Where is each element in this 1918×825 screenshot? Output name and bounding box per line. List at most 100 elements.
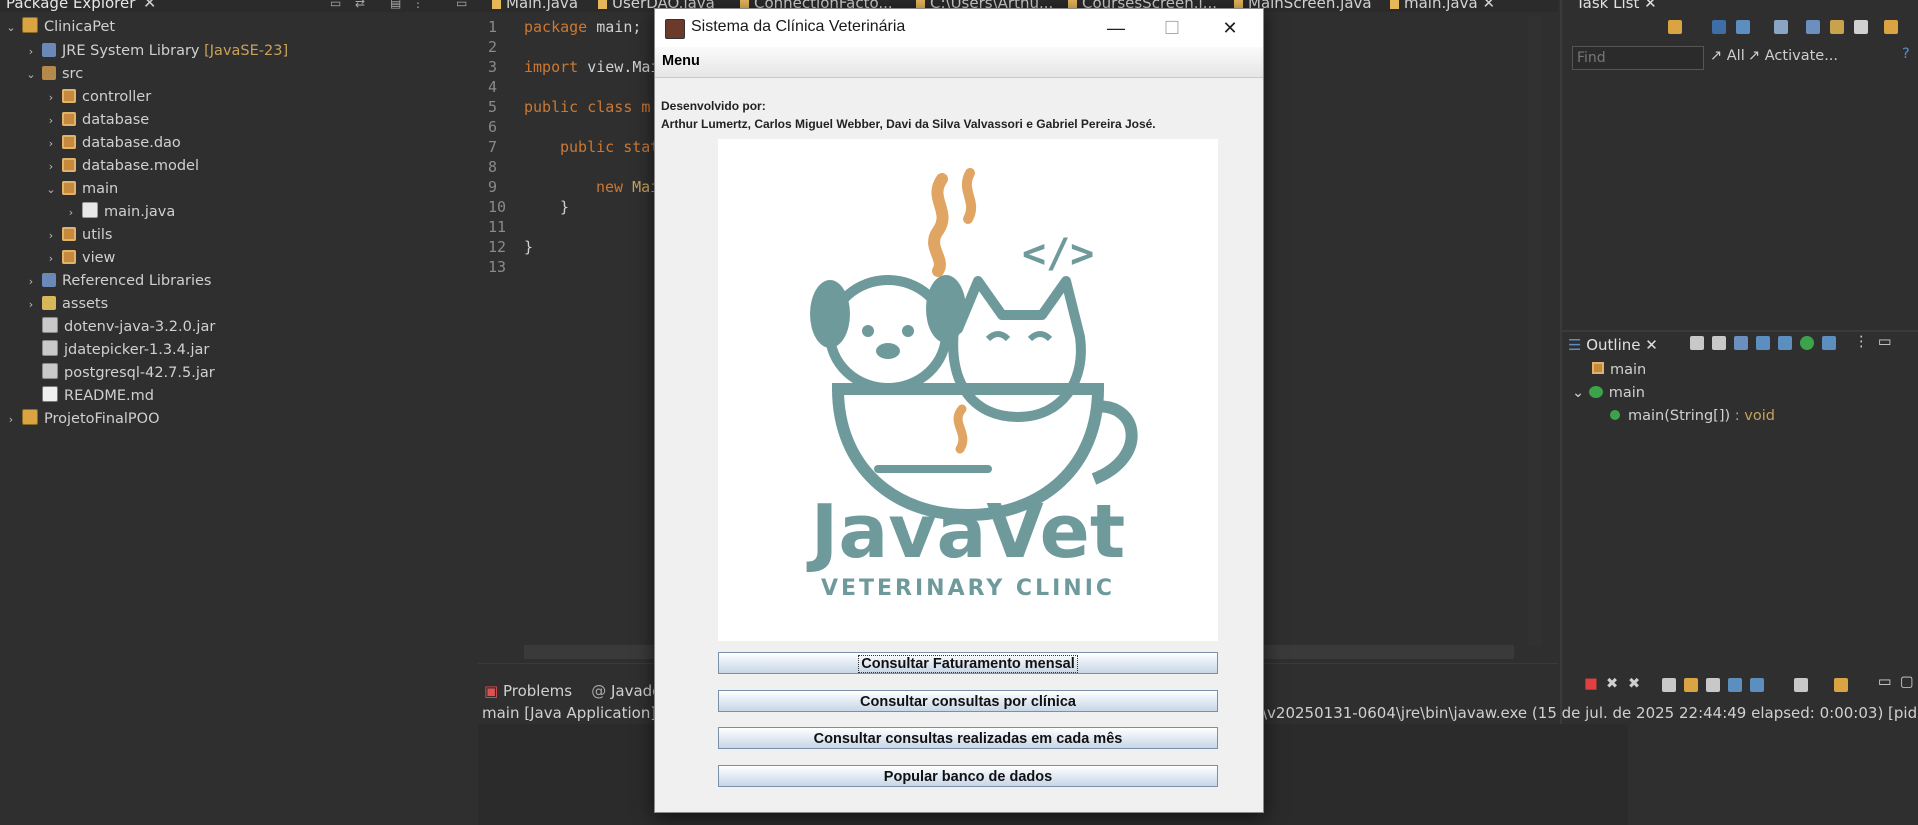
categorize-icon[interactable] [1712,20,1726,34]
tree-item-controller[interactable]: › controller [44,86,151,108]
open-console-icon[interactable] [1750,678,1764,692]
java-file-icon [82,202,98,218]
view-menu-icon[interactable] [1854,20,1868,34]
filter-icon[interactable]: ▤ [390,0,401,10]
chevron-down-icon[interactable]: ⌄ [44,179,58,201]
link-editor-icon[interactable]: ⇄ [355,0,365,10]
chevron-right-icon[interactable]: › [64,202,78,224]
chevron-right-icon[interactable]: › [44,87,58,109]
new-console-icon[interactable] [1834,678,1848,692]
display-selected-console-icon[interactable] [1794,678,1808,692]
maximize-button[interactable]: ☐ [1149,13,1195,43]
menu-item-menu[interactable]: Menu [662,53,700,69]
chevron-right-icon[interactable]: › [4,409,18,431]
hide-fields-icon[interactable] [1712,336,1726,350]
hide-local-types-icon[interactable] [1778,336,1792,350]
chevron-down-icon[interactable]: ⌄ [1572,385,1584,401]
consultations-by-clinic-button[interactable]: Consultar consultas por clínica [718,690,1218,712]
view-menu-icon[interactable]: ⋮ [412,0,424,10]
tree-item-utils[interactable]: › utils [44,224,113,246]
chevron-down-icon[interactable]: ⌄ [24,64,38,86]
consultations-per-month-button[interactable]: Consultar consultas realizadas em cada m… [718,727,1218,749]
populate-database-button[interactable]: Popular banco de dados [718,765,1218,787]
scroll-lock-icon[interactable] [1662,678,1676,692]
tab-problems[interactable]: ▣ Problems [484,682,572,700]
title-bar[interactable]: Sistema da Clínica Veterinária — ☐ ✕ [655,9,1263,47]
schedule-icon[interactable] [1736,20,1750,34]
outline-item-class[interactable]: ⌄ main [1572,385,1645,401]
tree-item-postgresql-jar[interactable]: postgresql-42.7.5.jar [24,362,215,384]
minimize-button[interactable]: — [1093,13,1139,43]
developed-by-label: Desenvolvido por: [661,99,766,113]
activate-link[interactable]: ↗ Activate... [1748,48,1838,64]
chevron-right-icon[interactable]: › [24,271,38,293]
remove-all-icon[interactable]: ✖ [1628,676,1640,692]
link-icon[interactable] [1822,336,1836,350]
chevron-right-icon[interactable]: › [24,41,38,63]
new-task-icon[interactable] [1668,20,1682,34]
tree-item-database[interactable]: › database [44,109,149,131]
chevron-down-icon[interactable]: ⌄ [4,17,18,39]
sync-icon[interactable] [1830,20,1844,34]
chevron-right-icon[interactable]: › [24,294,38,316]
tree-item-database-model[interactable]: › database.model [44,155,199,177]
project-icon [22,17,38,33]
code-line: } [524,238,534,256]
tab-task-list[interactable]: Task List ✕ [1576,0,1657,12]
help-icon[interactable]: ? [1902,46,1910,62]
minimize-icon[interactable]: ▭ [1878,674,1892,690]
monthly-billing-button[interactable]: Consultar Faturamento mensal [718,652,1218,674]
sort-icon[interactable] [1690,336,1704,350]
collapse-all-icon[interactable]: ▭ [330,0,341,10]
chevron-right-icon[interactable]: › [44,248,58,270]
find-input[interactable]: Find [1572,46,1704,70]
package-explorer-panel: Package Explorer ✕ ▭ ⇄ ▤ ⋮ ▭ ⌄ ClinicaPet… [0,0,478,824]
tree-item-view[interactable]: › view [44,247,115,269]
vertical-scrollbar[interactable] [1528,16,1542,646]
chevron-right-icon[interactable]: › [44,110,58,132]
tree-item-database-dao[interactable]: › database.dao [44,132,181,154]
chevron-right-icon[interactable]: › [44,133,58,155]
tree-item-main[interactable]: ⌄ main [44,178,118,200]
word-wrap-icon[interactable] [1684,678,1698,692]
view-menu-icon[interactable]: ⋮ [1854,334,1869,350]
show-console-icon[interactable] [1706,678,1720,692]
tree-item-referenced-libraries[interactable]: › Referenced Libraries [24,270,211,292]
package-icon [62,181,76,195]
chevron-right-icon[interactable]: › [44,225,58,247]
java-file-icon [1390,0,1399,9]
package-explorer-tab[interactable]: Package Explorer [6,0,135,12]
tree-item-clinicapet[interactable]: ⌄ ClinicaPet [4,16,115,38]
tree-item-assets[interactable]: › assets [24,293,108,315]
tree-item-dotenv-jar[interactable]: dotenv-java-3.2.0.jar [24,316,215,338]
close-icon[interactable]: ✕ [1644,0,1657,12]
minimize-icon[interactable]: ▭ [1878,334,1892,350]
tree-item-src[interactable]: ⌄ src [24,63,83,85]
filter-icon[interactable] [1774,20,1788,34]
tab-main-java[interactable]: Main.java [492,0,578,12]
hide-nonpublic-icon[interactable] [1756,336,1770,350]
tree-item-readme[interactable]: README.md [24,385,154,407]
tree-item-main-java[interactable]: › main.java [64,201,175,223]
minimize-icon[interactable]: ▭ [456,0,467,10]
remove-launch-icon[interactable]: ✖ [1606,676,1618,692]
close-icon[interactable]: ✕ [143,0,156,12]
outline-item-method[interactable]: main(String[]) : void [1610,408,1775,424]
tab-main-java-active[interactable]: main.java ✕ [1390,0,1495,12]
maximize-icon[interactable]: ▢ [1900,674,1914,690]
collapse-icon[interactable] [1806,20,1820,34]
tree-item-jre[interactable]: › JRE System Library [JavaSE-23] [24,40,288,62]
minimize-icon[interactable] [1884,20,1898,34]
tab-outline[interactable]: ☰ Outline ✕ [1568,336,1658,354]
green-dot-icon[interactable] [1800,336,1814,350]
tree-item-projetofinalpoo[interactable]: › ProjetoFinalPOO [4,408,160,430]
pin-console-icon[interactable] [1728,678,1742,692]
hide-static-icon[interactable] [1734,336,1748,350]
close-button[interactable]: ✕ [1207,13,1253,43]
outline-item-package[interactable]: main [1592,362,1646,378]
tree-item-jdatepicker-jar[interactable]: jdatepicker-1.3.4.jar [24,339,209,361]
filter-all-link[interactable]: ↗ All [1710,48,1745,64]
terminate-icon[interactable]: ■ [1584,676,1598,692]
chevron-right-icon[interactable]: › [44,156,58,178]
close-icon[interactable]: ✕ [1645,336,1658,354]
